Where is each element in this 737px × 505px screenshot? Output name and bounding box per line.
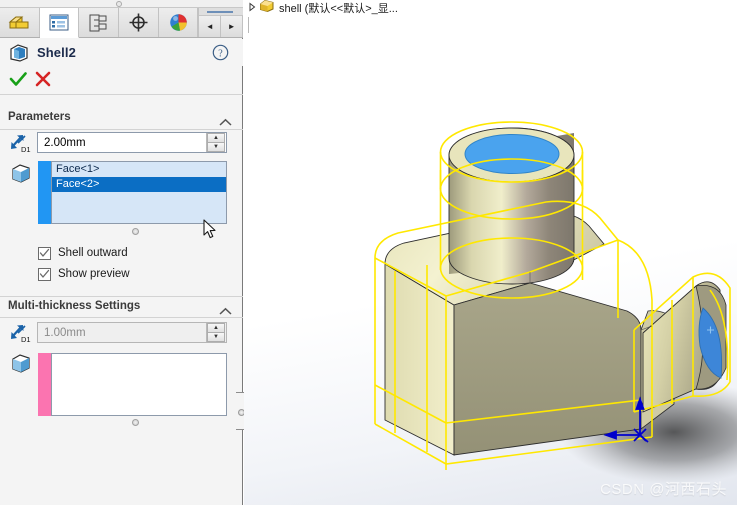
- svg-text:?: ?: [218, 48, 223, 59]
- show-preview-label: Show preview: [58, 268, 130, 280]
- multi-thickness-group-title: Multi-thickness Settings: [8, 300, 141, 312]
- parameters-group-header[interactable]: Parameters: [0, 108, 243, 130]
- tab-configuration-manager[interactable]: [79, 8, 120, 37]
- mouse-cursor: [203, 219, 218, 245]
- shell-thickness-stepper[interactable]: ▲ ▼: [206, 133, 225, 152]
- parameters-group-title: Parameters: [8, 111, 71, 123]
- display-manager-icon: [169, 13, 188, 32]
- tab-nav-indicator: [199, 8, 243, 16]
- feature-tree-icon: [8, 14, 30, 32]
- solidworks-window: ◄ ► Shell2 ? Parameters D1 2.00mm ▲ ▼ Fa…: [0, 0, 737, 505]
- stepper-up[interactable]: ▲: [207, 133, 225, 142]
- help-question-icon[interactable]: ?: [212, 44, 229, 66]
- shell-thickness-value: 2.00mm: [44, 136, 86, 149]
- faces-selection-list[interactable]: Face<1> Face<2>: [51, 161, 227, 224]
- dimxpert-crosshair-icon: [129, 13, 148, 32]
- cancel-feature-button[interactable]: [33, 69, 53, 94]
- multi-thickness-selection-indicator-bar: [38, 353, 51, 416]
- shell-outward-checkbox[interactable]: [38, 246, 51, 260]
- shell-thickness-input[interactable]: 2.00mm ▲ ▼: [37, 132, 227, 153]
- tab-display-manager[interactable]: [158, 8, 199, 37]
- shell-outward-checkbox-row[interactable]: Shell outward: [38, 245, 128, 261]
- face-cube-icon: [9, 163, 33, 185]
- property-manager-panel: ◄ ► Shell2 ? Parameters D1 2.00mm ▲ ▼ Fa…: [0, 0, 248, 505]
- list-item[interactable]: Face<1>: [52, 162, 226, 177]
- panel-collapse-dot[interactable]: [116, 1, 122, 7]
- multi-thickness-selection-box[interactable]: [38, 353, 227, 416]
- faces-selection-indicator-bar: [38, 161, 51, 224]
- list-item[interactable]: Face<2>: [52, 177, 226, 192]
- graphics-viewport[interactable]: shell (默认<<默认>_显... CSDN @河西石头: [244, 0, 737, 505]
- multi-thickness-stepper[interactable]: ▲ ▼: [206, 323, 225, 342]
- property-manager-icon: [49, 14, 69, 31]
- tab-property-manager[interactable]: [39, 8, 80, 38]
- configuration-manager-icon: [89, 14, 109, 32]
- stepper-up[interactable]: ▲: [207, 323, 225, 332]
- panel-top-divider: [0, 0, 243, 8]
- tab-nav-prev-button[interactable]: ◄: [199, 16, 222, 37]
- csdn-watermark: CSDN @河西石头: [600, 481, 727, 498]
- tab-nav-next-button[interactable]: ►: [221, 16, 243, 37]
- tab-dimxpert-manager[interactable]: [119, 8, 159, 37]
- chevron-up-icon[interactable]: [219, 303, 232, 321]
- faces-list-resize-grip[interactable]: [132, 228, 139, 235]
- accept-feature-button[interactable]: [8, 69, 28, 94]
- multi-thickness-input[interactable]: 1.00mm ▲ ▼: [37, 322, 227, 343]
- shell-outward-label: Shell outward: [58, 247, 128, 259]
- shell-part-3d-model[interactable]: [244, 0, 737, 505]
- stepper-down[interactable]: ▼: [207, 142, 225, 152]
- multi-thickness-value: 1.00mm: [44, 326, 86, 339]
- d1-thickness-icon: D1: [8, 322, 34, 344]
- chevron-up-icon[interactable]: [219, 114, 232, 132]
- multi-thickness-list-resize-grip[interactable]: [132, 419, 139, 426]
- shell-feature-icon: [8, 43, 30, 63]
- show-preview-checkbox-row[interactable]: Show preview: [38, 266, 130, 282]
- feature-header: Shell2 ?: [0, 39, 243, 66]
- tab-feature-manager-design-tree[interactable]: [0, 8, 40, 37]
- svg-text:D1: D1: [21, 145, 31, 154]
- d1-thickness-icon: D1: [8, 132, 34, 154]
- manager-tab-strip: ◄ ►: [0, 8, 243, 38]
- stepper-down[interactable]: ▼: [207, 332, 225, 342]
- tab-nav-group: ◄ ►: [198, 8, 243, 37]
- show-preview-checkbox[interactable]: [38, 267, 51, 281]
- face-cube-icon: [9, 353, 33, 375]
- multi-thickness-faces-list[interactable]: [51, 353, 227, 416]
- faces-selection-box[interactable]: Face<1> Face<2>: [38, 161, 227, 224]
- multi-thickness-group-header[interactable]: Multi-thickness Settings: [0, 296, 243, 318]
- page-title: Shell2: [37, 45, 76, 60]
- feature-action-bar: [0, 67, 243, 95]
- svg-text:D1: D1: [21, 335, 31, 344]
